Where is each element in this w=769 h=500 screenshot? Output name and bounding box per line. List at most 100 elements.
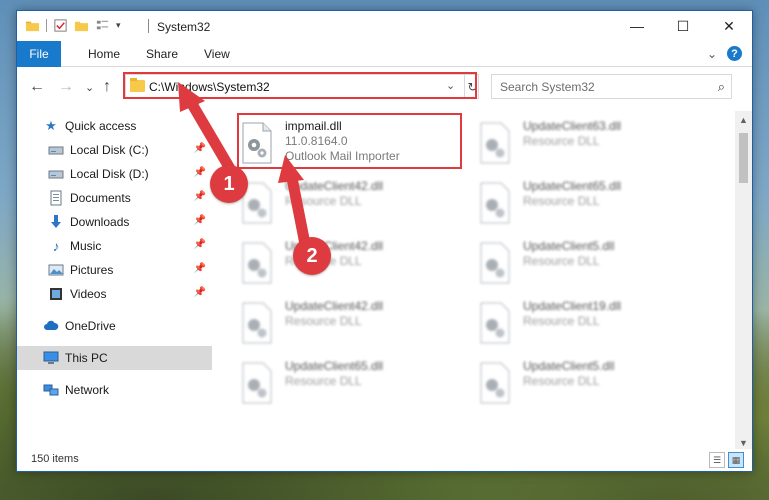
dll-file-icon	[480, 122, 510, 164]
ribbon-tabs: File Home Share View ⌄ ?	[17, 41, 752, 67]
sidebar-item-downloads[interactable]: Downloads 📌	[17, 210, 212, 234]
file-type: Resource DLL	[523, 314, 600, 328]
ribbon-right-controls: ⌄ ?	[707, 46, 742, 61]
sidebar-item-label: Local Disk (C:)	[70, 143, 149, 157]
back-button[interactable]: ←	[29, 78, 45, 96]
pictures-icon	[48, 264, 64, 276]
scroll-thumb[interactable]	[739, 133, 748, 183]
vertical-scrollbar[interactable]: ▲ ▼	[735, 111, 752, 451]
sidebar-item-local-disk-d[interactable]: Local Disk (D:) 📌	[17, 162, 212, 186]
file-item[interactable]: UpdateClient42.dll Resource DLL	[237, 175, 467, 225]
sidebar-item-quick-access[interactable]: ★ Quick access	[17, 114, 212, 138]
dll-file-icon	[242, 302, 272, 344]
dll-file-icon	[480, 182, 510, 224]
window-controls: — ☐ ✕	[614, 11, 752, 41]
pin-icon[interactable]: 📌	[194, 167, 206, 178]
tab-file[interactable]: File	[17, 41, 61, 67]
expand-ribbon-icon[interactable]: ⌄	[707, 47, 717, 61]
file-item[interactable]: UpdateClient42.dll Resource DLL	[237, 295, 467, 345]
dll-file-icon	[480, 362, 510, 404]
close-button[interactable]: ✕	[706, 11, 752, 41]
sidebar-item-music[interactable]: ♪ Music 📌	[17, 234, 212, 258]
sidebar-item-label: Downloads	[70, 215, 130, 229]
qat-dropdown-icon[interactable]: ▾	[116, 20, 121, 31]
file-item[interactable]: UpdateClient65.dll Resource DLL	[475, 175, 705, 225]
minimize-button[interactable]: —	[614, 11, 660, 41]
recent-locations-button[interactable]: ⌄	[85, 81, 94, 94]
navigation-pane: ★ Quick access Local Disk (C:) 📌 Local D…	[17, 111, 212, 451]
sidebar-item-label: Network	[65, 383, 110, 397]
sidebar-item-label: Music	[70, 239, 102, 253]
file-type: Resource DLL	[523, 194, 600, 208]
star-icon: ★	[45, 118, 57, 133]
details-view-icon[interactable]: ☰	[709, 452, 725, 468]
sidebar-item-this-pc[interactable]: This PC	[17, 346, 212, 370]
sidebar-item-local-disk-c[interactable]: Local Disk (C:) 📌	[17, 138, 212, 162]
tab-share[interactable]: Share	[146, 47, 178, 61]
file-name: UpdateClient65.dll	[285, 359, 384, 373]
sidebar-item-network[interactable]: Network	[17, 378, 212, 402]
file-item[interactable]: UpdateClient5.dll Resource DLL	[475, 355, 705, 405]
sidebar-item-onedrive[interactable]: OneDrive	[17, 314, 212, 338]
documents-icon	[50, 190, 62, 206]
pin-icon[interactable]: 📌	[194, 215, 206, 226]
file-name: UpdateClient5.dll	[523, 239, 615, 253]
new-folder-icon[interactable]	[74, 18, 89, 33]
up-button[interactable]: ↑	[103, 78, 111, 96]
tab-home[interactable]: Home	[88, 47, 120, 61]
sidebar-item-videos[interactable]: Videos 📌	[17, 282, 212, 306]
file-item[interactable]: UpdateClient19.dll Resource DLL	[475, 295, 705, 345]
file-type: Resource DLL	[285, 314, 362, 328]
dll-file-icon	[480, 302, 510, 344]
file-type: Resource DLL	[523, 374, 600, 388]
search-icon[interactable]: ⌕	[718, 79, 725, 95]
file-item[interactable]: UpdateClient63.dll Resource DLL	[475, 115, 705, 165]
sidebar-item-pictures[interactable]: Pictures 📌	[17, 258, 212, 282]
status-bar: 150 items ☰ ▦	[17, 449, 752, 471]
view-switcher: ☰ ▦	[709, 452, 744, 468]
quick-access-toolbar: ▾	[25, 18, 121, 33]
large-icons-view-icon[interactable]: ▦	[728, 452, 744, 468]
pin-icon[interactable]: 📌	[194, 239, 206, 250]
customize-toolbar-icon[interactable]	[95, 18, 110, 33]
toolbar-separator	[46, 19, 47, 32]
sidebar-item-label: Pictures	[70, 263, 114, 277]
search-box[interactable]: Search System32 ⌕	[491, 74, 732, 99]
file-item[interactable]: UpdateClient5.dll Resource DLL	[475, 235, 705, 285]
file-highlight-box	[237, 113, 462, 169]
dll-file-icon	[242, 362, 272, 404]
file-type: Resource DLL	[285, 194, 362, 208]
file-name: UpdateClient42.dll	[285, 299, 384, 313]
sidebar-item-documents[interactable]: Documents 📌	[17, 186, 212, 210]
forward-button[interactable]: →	[58, 78, 74, 96]
dll-file-icon	[242, 242, 272, 284]
pin-icon[interactable]: 📌	[194, 143, 206, 154]
pin-icon[interactable]: 📌	[194, 263, 206, 274]
search-placeholder: Search System32	[500, 80, 595, 94]
drive-icon	[48, 146, 64, 155]
navigation-bar: ← → ⌄ ↑ C:\Windows\System32 ⌄ ↻ Search S…	[17, 69, 752, 107]
folder-icon	[25, 21, 40, 32]
file-type: Resource DLL	[523, 254, 600, 268]
pin-icon[interactable]: 📌	[194, 287, 206, 298]
properties-icon[interactable]	[53, 18, 68, 33]
file-item[interactable]: UpdateClient42.dll Resource DLL	[237, 235, 467, 285]
sidebar-item-label: Documents	[70, 191, 131, 205]
tab-view[interactable]: View	[204, 47, 230, 61]
download-icon	[51, 215, 61, 228]
file-name: UpdateClient42.dll	[285, 179, 384, 193]
videos-icon	[50, 288, 62, 300]
scroll-up-icon[interactable]: ▲	[735, 111, 752, 128]
title-separator	[148, 19, 149, 33]
pin-icon[interactable]: 📌	[194, 191, 206, 202]
computer-icon	[43, 351, 59, 364]
drive-icon	[48, 170, 64, 179]
sidebar-item-label: This PC	[65, 351, 108, 365]
step-badge-2: 2	[293, 237, 331, 275]
maximize-button[interactable]: ☐	[660, 11, 706, 41]
sidebar-item-label: OneDrive	[65, 319, 116, 333]
file-name: UpdateClient19.dll	[523, 299, 622, 313]
file-item[interactable]: UpdateClient65.dll Resource DLL	[237, 355, 467, 405]
help-icon[interactable]: ?	[727, 46, 742, 61]
window-title: System32	[157, 20, 211, 34]
